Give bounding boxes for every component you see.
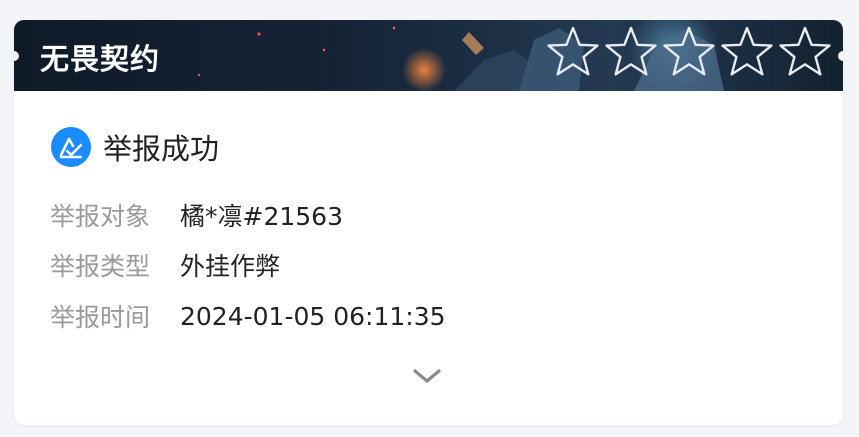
report-target-label: 举报对象 [50, 202, 151, 231]
star-outline-icon[interactable] [602, 25, 660, 79]
game-banner: 无畏契约 [14, 20, 843, 91]
report-type-row: 举报类型 外挂作弊 [50, 247, 280, 283]
report-time-label: 举报时间 [50, 303, 151, 332]
ticket-notch-right [838, 51, 843, 61]
rating-stars[interactable] [544, 25, 834, 79]
star-outline-icon[interactable] [776, 25, 834, 79]
star-outline-icon[interactable] [544, 25, 602, 79]
star-outline-icon[interactable] [660, 25, 718, 79]
star-outline-icon[interactable] [718, 25, 776, 79]
game-title: 无畏契约 [40, 42, 161, 76]
report-success-icon [51, 127, 91, 167]
report-target-value: 橘*凛#21563 [180, 202, 343, 231]
status-text: 举报成功 [103, 132, 220, 166]
report-type-label: 举报类型 [50, 252, 151, 281]
chevron-down-icon[interactable] [411, 366, 443, 386]
report-target-row: 举报对象 橘*凛#21563 [50, 197, 343, 233]
report-type-value: 外挂作弊 [180, 252, 281, 281]
report-time-row: 举报时间 2024-01-05 06:11:35 [50, 298, 446, 334]
report-status: 举报成功 [50, 126, 219, 168]
report-card: 无畏契约 举报成功 举报对象 橘*凛#21563 举报类型 外挂作弊 举报时间 … [14, 20, 843, 425]
report-time-value: 2024-01-05 06:11:35 [180, 301, 446, 331]
